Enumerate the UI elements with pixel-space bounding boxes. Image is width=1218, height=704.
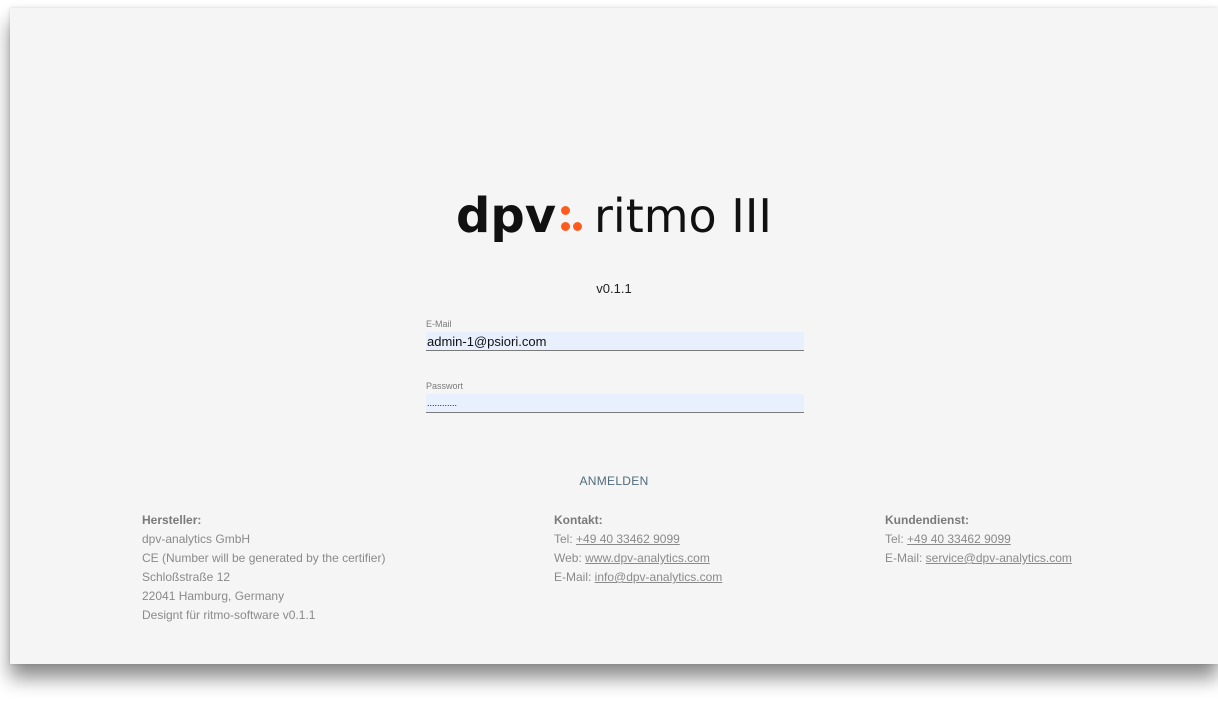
contact-email-prefix: E-Mail: xyxy=(554,570,595,584)
logo-dot xyxy=(561,222,570,231)
app-logo: dpv ritmo III xyxy=(10,186,1218,247)
manufacturer-line: Designt für ritmo-software v0.1.1 xyxy=(142,608,316,622)
support-tel-link[interactable]: +49 40 33462 9099 xyxy=(907,532,1011,546)
contact-tel-link[interactable]: +49 40 33462 9099 xyxy=(576,532,680,546)
submit-row: ANMELDEN xyxy=(10,470,1218,492)
support-tel-line: Tel: +49 40 33462 9099 xyxy=(885,530,1072,549)
contact-web-line: Web: www.dpv-analytics.com xyxy=(554,549,722,568)
manufacturer-line: dpv-analytics GmbH xyxy=(142,532,251,546)
email-label: E-Mail xyxy=(426,319,452,329)
logo-dot xyxy=(573,222,582,231)
login-window: dpv ritmo III v0.1.1 E-Mail Passwort ANME… xyxy=(10,8,1218,664)
contact-tel-line: Tel: +49 40 33462 9099 xyxy=(554,530,722,549)
password-label: Passwort xyxy=(426,381,464,391)
logo-brand: dpv xyxy=(455,188,556,244)
contact-web-prefix: Web: xyxy=(554,551,586,565)
footer-contact: Kontakt: Tel: +49 40 33462 9099 Web: www… xyxy=(554,511,722,587)
footer-support: Kundendienst: Tel: +49 40 33462 9099 E-M… xyxy=(885,511,1072,568)
support-heading: Kundendienst: xyxy=(885,513,969,527)
support-email-line: E-Mail: service@dpv-analytics.com xyxy=(885,549,1072,568)
logo-dots-icon xyxy=(556,192,582,232)
manufacturer-line: CE (Number will be generated by the cert… xyxy=(142,551,386,565)
manufacturer-heading: Hersteller: xyxy=(142,513,202,527)
contact-email-line: E-Mail: info@dpv-analytics.com xyxy=(554,568,722,587)
email-input[interactable] xyxy=(426,332,804,351)
contact-web-link[interactable]: www.dpv-analytics.com xyxy=(585,551,710,565)
password-field-group: Passwort xyxy=(426,380,804,413)
contact-email-link[interactable]: info@dpv-analytics.com xyxy=(595,570,723,584)
email-field-group: E-Mail xyxy=(426,318,804,351)
manufacturer-line: Schloßstraße 12 xyxy=(142,570,231,584)
support-email-prefix: E-Mail: xyxy=(885,551,926,565)
support-tel-prefix: Tel: xyxy=(885,532,908,546)
version-label: v0.1.1 xyxy=(596,281,632,296)
password-input[interactable] xyxy=(426,394,804,413)
contact-heading: Kontakt: xyxy=(554,513,603,527)
support-email-link[interactable]: service@dpv-analytics.com xyxy=(926,551,1072,565)
manufacturer-line: 22041 Hamburg, Germany xyxy=(142,589,285,603)
logo-dot xyxy=(561,206,570,215)
footer-manufacturer: Hersteller: dpv-analytics GmbH CE (Numbe… xyxy=(142,511,385,625)
logo-product: ritmo III xyxy=(594,189,773,243)
login-button[interactable]: ANMELDEN xyxy=(567,470,660,492)
contact-tel-prefix: Tel: xyxy=(554,532,577,546)
